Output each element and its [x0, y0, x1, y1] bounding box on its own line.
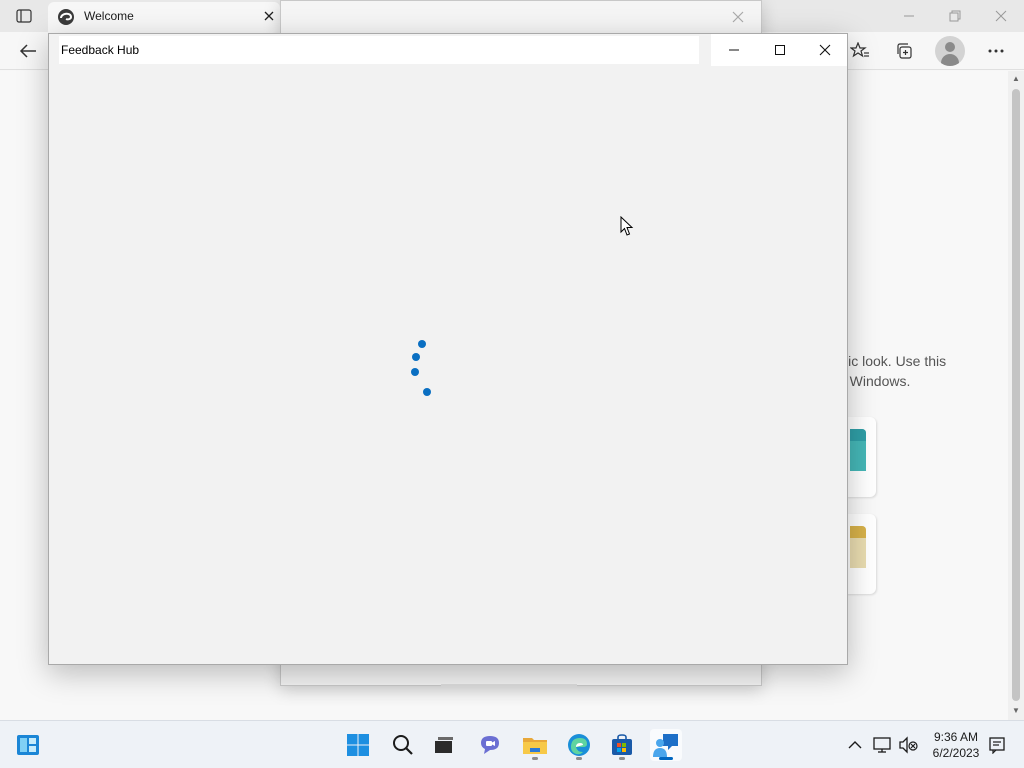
minimize-icon[interactable] [711, 34, 756, 66]
promo-line-1: ylic look. Use this [838, 353, 947, 369]
running-indicator [576, 757, 582, 760]
profile-avatar[interactable] [935, 36, 965, 66]
show-hidden-icons-chevron-icon[interactable] [845, 735, 865, 755]
task-view-icon[interactable] [428, 729, 460, 761]
search-icon[interactable] [387, 729, 419, 761]
page-scrollbar[interactable]: ▲ ▼ [1008, 71, 1024, 720]
caption-buttons [711, 34, 847, 66]
running-indicator [532, 757, 538, 760]
title-area: Feedback Hub [59, 36, 699, 64]
feedback-hub-content [49, 66, 847, 664]
feedback-hub-window: Feedback Hub [48, 33, 848, 665]
scroll-down-arrow-icon[interactable]: ▼ [1012, 707, 1020, 715]
welcome-promo-text: ylic look. Use this n Windows. [838, 351, 946, 391]
scrollbar-thumb[interactable] [1012, 89, 1020, 701]
theme-card-yellow[interactable] [846, 514, 876, 594]
more-options-icon[interactable] [985, 40, 1007, 62]
dialog-divider [441, 684, 577, 687]
close-tab-icon[interactable] [262, 9, 276, 23]
widgets-icon[interactable] [12, 729, 44, 761]
favorites-star-icon[interactable] [849, 40, 871, 62]
promo-line-2: n Windows. [838, 373, 911, 389]
taskbar: 9:36 AM 6/2/2023 [0, 720, 1024, 768]
feedback-hub-titlebar[interactable]: Feedback Hub [49, 34, 847, 66]
clock-date: 6/2/2023 [932, 746, 980, 760]
system-clock[interactable]: 9:36 AM 6/2/2023 [924, 729, 988, 761]
dialog-titlebar [281, 1, 761, 33]
collections-icon[interactable] [893, 40, 915, 62]
close-icon[interactable] [802, 34, 847, 66]
tab-actions-icon[interactable] [12, 6, 36, 26]
back-arrow-icon[interactable] [17, 40, 39, 62]
edge-browser-icon[interactable] [563, 729, 595, 761]
browser-tab-welcome[interactable]: Welcome [48, 2, 280, 32]
browser-minimize-icon[interactable] [899, 6, 919, 26]
dialog-close-icon[interactable] [731, 10, 745, 24]
theme-card-teal[interactable] [846, 417, 876, 497]
active-indicator [659, 757, 673, 760]
browser-tab-title: Welcome [84, 9, 134, 23]
volume-muted-icon[interactable] [898, 735, 918, 755]
network-icon[interactable] [872, 735, 892, 755]
scroll-up-arrow-icon[interactable]: ▲ [1012, 75, 1020, 83]
feedback-hub-taskbar-icon[interactable] [650, 729, 682, 761]
loading-spinner-icon [411, 340, 431, 396]
file-explorer-icon[interactable] [519, 729, 551, 761]
browser-restore-icon[interactable] [945, 6, 965, 26]
browser-close-icon[interactable] [991, 6, 1011, 26]
notification-center-icon[interactable] [987, 735, 1007, 755]
microsoft-store-icon[interactable] [606, 729, 638, 761]
mouse-pointer-icon [620, 216, 634, 236]
running-indicator [619, 757, 625, 760]
maximize-icon[interactable] [757, 34, 802, 66]
edge-dev-favicon-icon [57, 8, 75, 26]
teams-chat-icon[interactable] [474, 729, 506, 761]
start-button-icon[interactable] [342, 729, 374, 761]
clock-time: 9:36 AM [933, 730, 979, 744]
window-title: Feedback Hub [61, 43, 140, 57]
